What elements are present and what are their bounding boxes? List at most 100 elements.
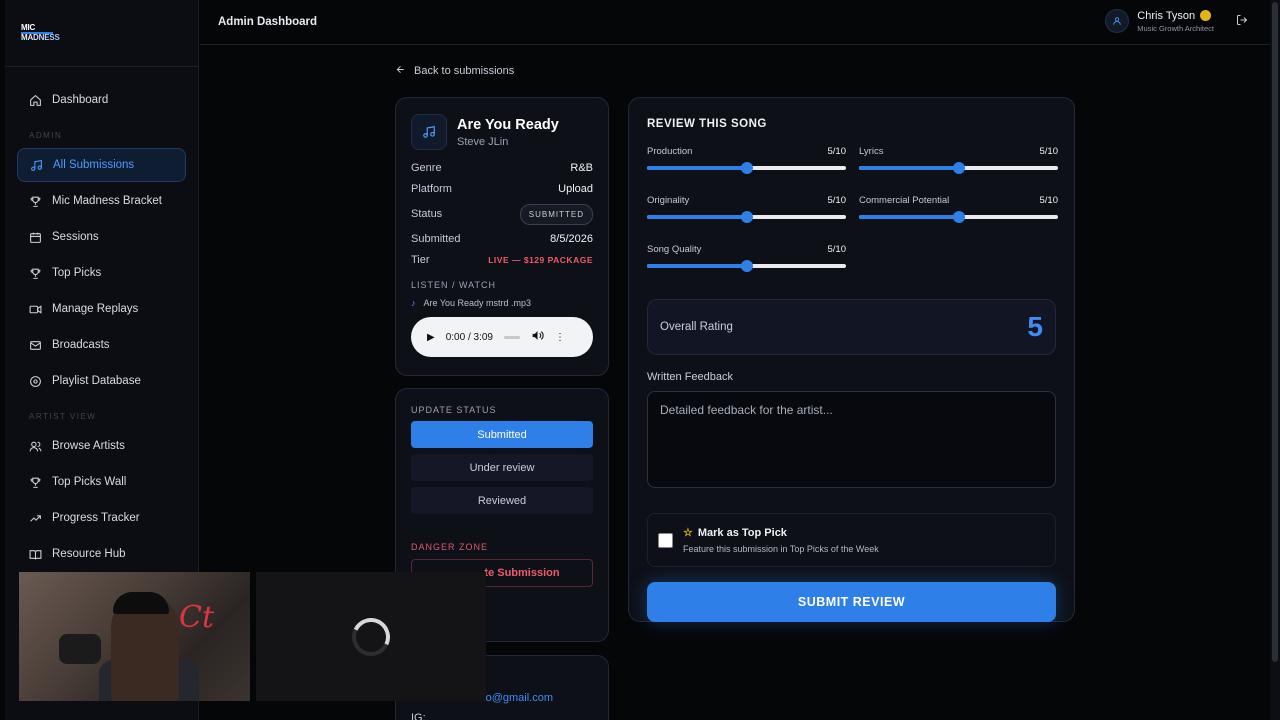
verified-badge-icon [1200,10,1212,21]
tier-row: Tier LIVE — $129 PACKAGE [411,253,593,267]
status-option-reviewed[interactable]: Reviewed [411,487,593,514]
trending-up-icon [29,512,42,525]
status-row: Status SUBMITTED [411,203,593,225]
top-pick-title: ☆ Mark as Top Pick [683,526,879,540]
sidebar-item-top-picks[interactable]: Top Picks [17,256,186,290]
microphone [59,634,101,664]
submitted-label: Submitted [411,233,461,245]
music-note-icon [30,159,43,172]
sidebar-item-label: Mic Madness Bracket [52,195,162,207]
user-menu[interactable]: Chris Tyson Music Growth Architect [1105,9,1248,33]
logo-area[interactable]: MIC MADNESS [5,0,198,67]
sidebar-item-label: Progress Tracker [52,512,140,524]
sidebar-item-sessions[interactable]: Sessions [17,220,186,254]
sidebar-item-dashboard[interactable]: Dashboard [17,83,186,117]
book-icon [29,548,42,561]
metric-score: 5/10 [827,244,847,255]
submitted-row: Submitted 8/5/2026 [411,232,593,246]
person-cap [113,592,169,614]
audio-player[interactable]: ▶ 0:00 / 3:09 ⋮ [411,317,593,357]
audio-filename: Are You Ready mstrd .mp3 [423,298,532,308]
user-icon [1113,17,1122,25]
feedback-label: Written Feedback [647,371,734,383]
sidebar-item-label: Broadcasts [52,339,110,351]
listen-label: LISTEN / WATCH [411,280,497,290]
sidebar-item-label: Dashboard [52,94,109,106]
video-icon [29,303,42,316]
song-header: Are You Ready Steve JLin [411,114,593,150]
metric-song-quality: Song Quality 5/10 [647,244,846,273]
lyrics-slider[interactable] [859,161,1058,175]
tier-label: Tier [411,254,430,266]
sidebar-item-label: Top Picks Wall [52,476,127,488]
sidebar-item-label: Browse Artists [52,440,125,452]
avatar[interactable] [1105,9,1130,33]
submit-review-button[interactable]: SUBMIT REVIEW [647,582,1056,622]
metric-production: Production 5/10 [647,146,846,175]
slider-thumb[interactable] [952,211,965,223]
audio-progress-bar[interactable] [503,335,520,339]
section-label-admin: ADMIN [29,131,63,140]
sidebar-item-top-picks-wall[interactable]: Top Picks Wall [17,465,186,499]
audio-time: 0:00 / 3:09 [445,331,493,343]
platform-row: Platform Upload [411,182,593,196]
logo[interactable]: MIC MADNESS [21,24,60,42]
music-note-icon [411,114,447,150]
logout-icon[interactable] [1236,14,1248,29]
sidebar-item-all-submissions[interactable]: All Submissions [17,148,186,182]
star-icon: ☆ [683,527,693,539]
commercial-potential-slider[interactable] [859,210,1058,224]
production-slider[interactable] [647,161,846,175]
section-label-artist-view: ARTIST VIEW [29,412,97,421]
metric-label: Commercial Potential [859,195,950,206]
volume-icon[interactable] [531,329,544,345]
slider-thumb[interactable] [740,211,753,223]
platform-value: Upload [558,183,593,195]
topbar: Admin Dashboard Chris Tyson Music Growth… [200,0,1270,45]
sidebar-item-progress-tracker[interactable]: Progress Tracker [17,501,186,535]
sidebar-item-label: Resource Hub [52,548,126,560]
status-badge: SUBMITTED [519,203,593,225]
overall-rating-value: 5 [1027,311,1043,342]
mail-icon [29,339,42,352]
status-option-submitted[interactable]: Submitted [411,421,593,448]
scrollbar-thumb[interactable] [1272,2,1278,662]
sidebar-item-mic-madness-bracket[interactable]: Mic Madness Bracket [17,184,186,218]
originality-slider[interactable] [647,210,846,224]
webcam-video: Ct [19,572,250,701]
slider-thumb[interactable] [740,162,753,174]
sidebar-item-label: Sessions [52,231,99,243]
metric-score: 5/10 [827,195,847,206]
signature-logo: Ct [179,600,215,635]
metric-originality: Originality 5/10 [647,195,846,224]
review-title: REVIEW THIS SONG [647,118,767,130]
calendar-icon [29,231,42,244]
scrollbar[interactable] [1270,0,1280,720]
feedback-textarea[interactable] [647,391,1056,488]
sidebar-item-resource-hub[interactable]: Resource Hub [17,537,186,571]
arrow-left-icon [395,64,406,78]
status-option-under-review[interactable]: Under review [411,454,593,481]
sidebar-item-browse-artists[interactable]: Browse Artists [17,429,186,463]
sidebar-item-label: Top Picks [52,267,102,279]
sidebar-item-playlist-database[interactable]: Playlist Database [17,364,186,398]
sidebar-item-broadcasts[interactable]: Broadcasts [17,328,186,362]
rating-metrics: Production 5/10 Lyrics 5/10 Originality 5/1… [647,146,1058,273]
song-quality-slider[interactable] [647,259,846,273]
review-card: REVIEW THIS SONG Production 5/10 Lyrics 5/… [628,97,1075,622]
sidebar-item-label: All Submissions [53,159,135,171]
song-title: Are You Ready [457,116,559,133]
slider-thumb[interactable] [952,162,965,174]
top-pick-option[interactable]: ☆ Mark as Top Pick Feature this submissio… [647,513,1056,567]
sidebar-item-manage-replays[interactable]: Manage Replays [17,292,186,326]
slider-thumb[interactable] [740,260,753,272]
top-pick-checkbox[interactable] [658,532,673,548]
sidebar-item-label: Manage Replays [52,303,139,315]
song-artist: Steve JLin [457,135,509,148]
genre-value: R&B [570,162,593,174]
play-icon[interactable]: ▶ [427,332,435,343]
metric-commercial-potential: Commercial Potential 5/10 [859,195,1058,224]
back-link[interactable]: Back to submissions [395,64,514,78]
user-role: Music Growth Architect [1137,23,1214,33]
more-options-icon[interactable]: ⋮ [555,332,565,343]
